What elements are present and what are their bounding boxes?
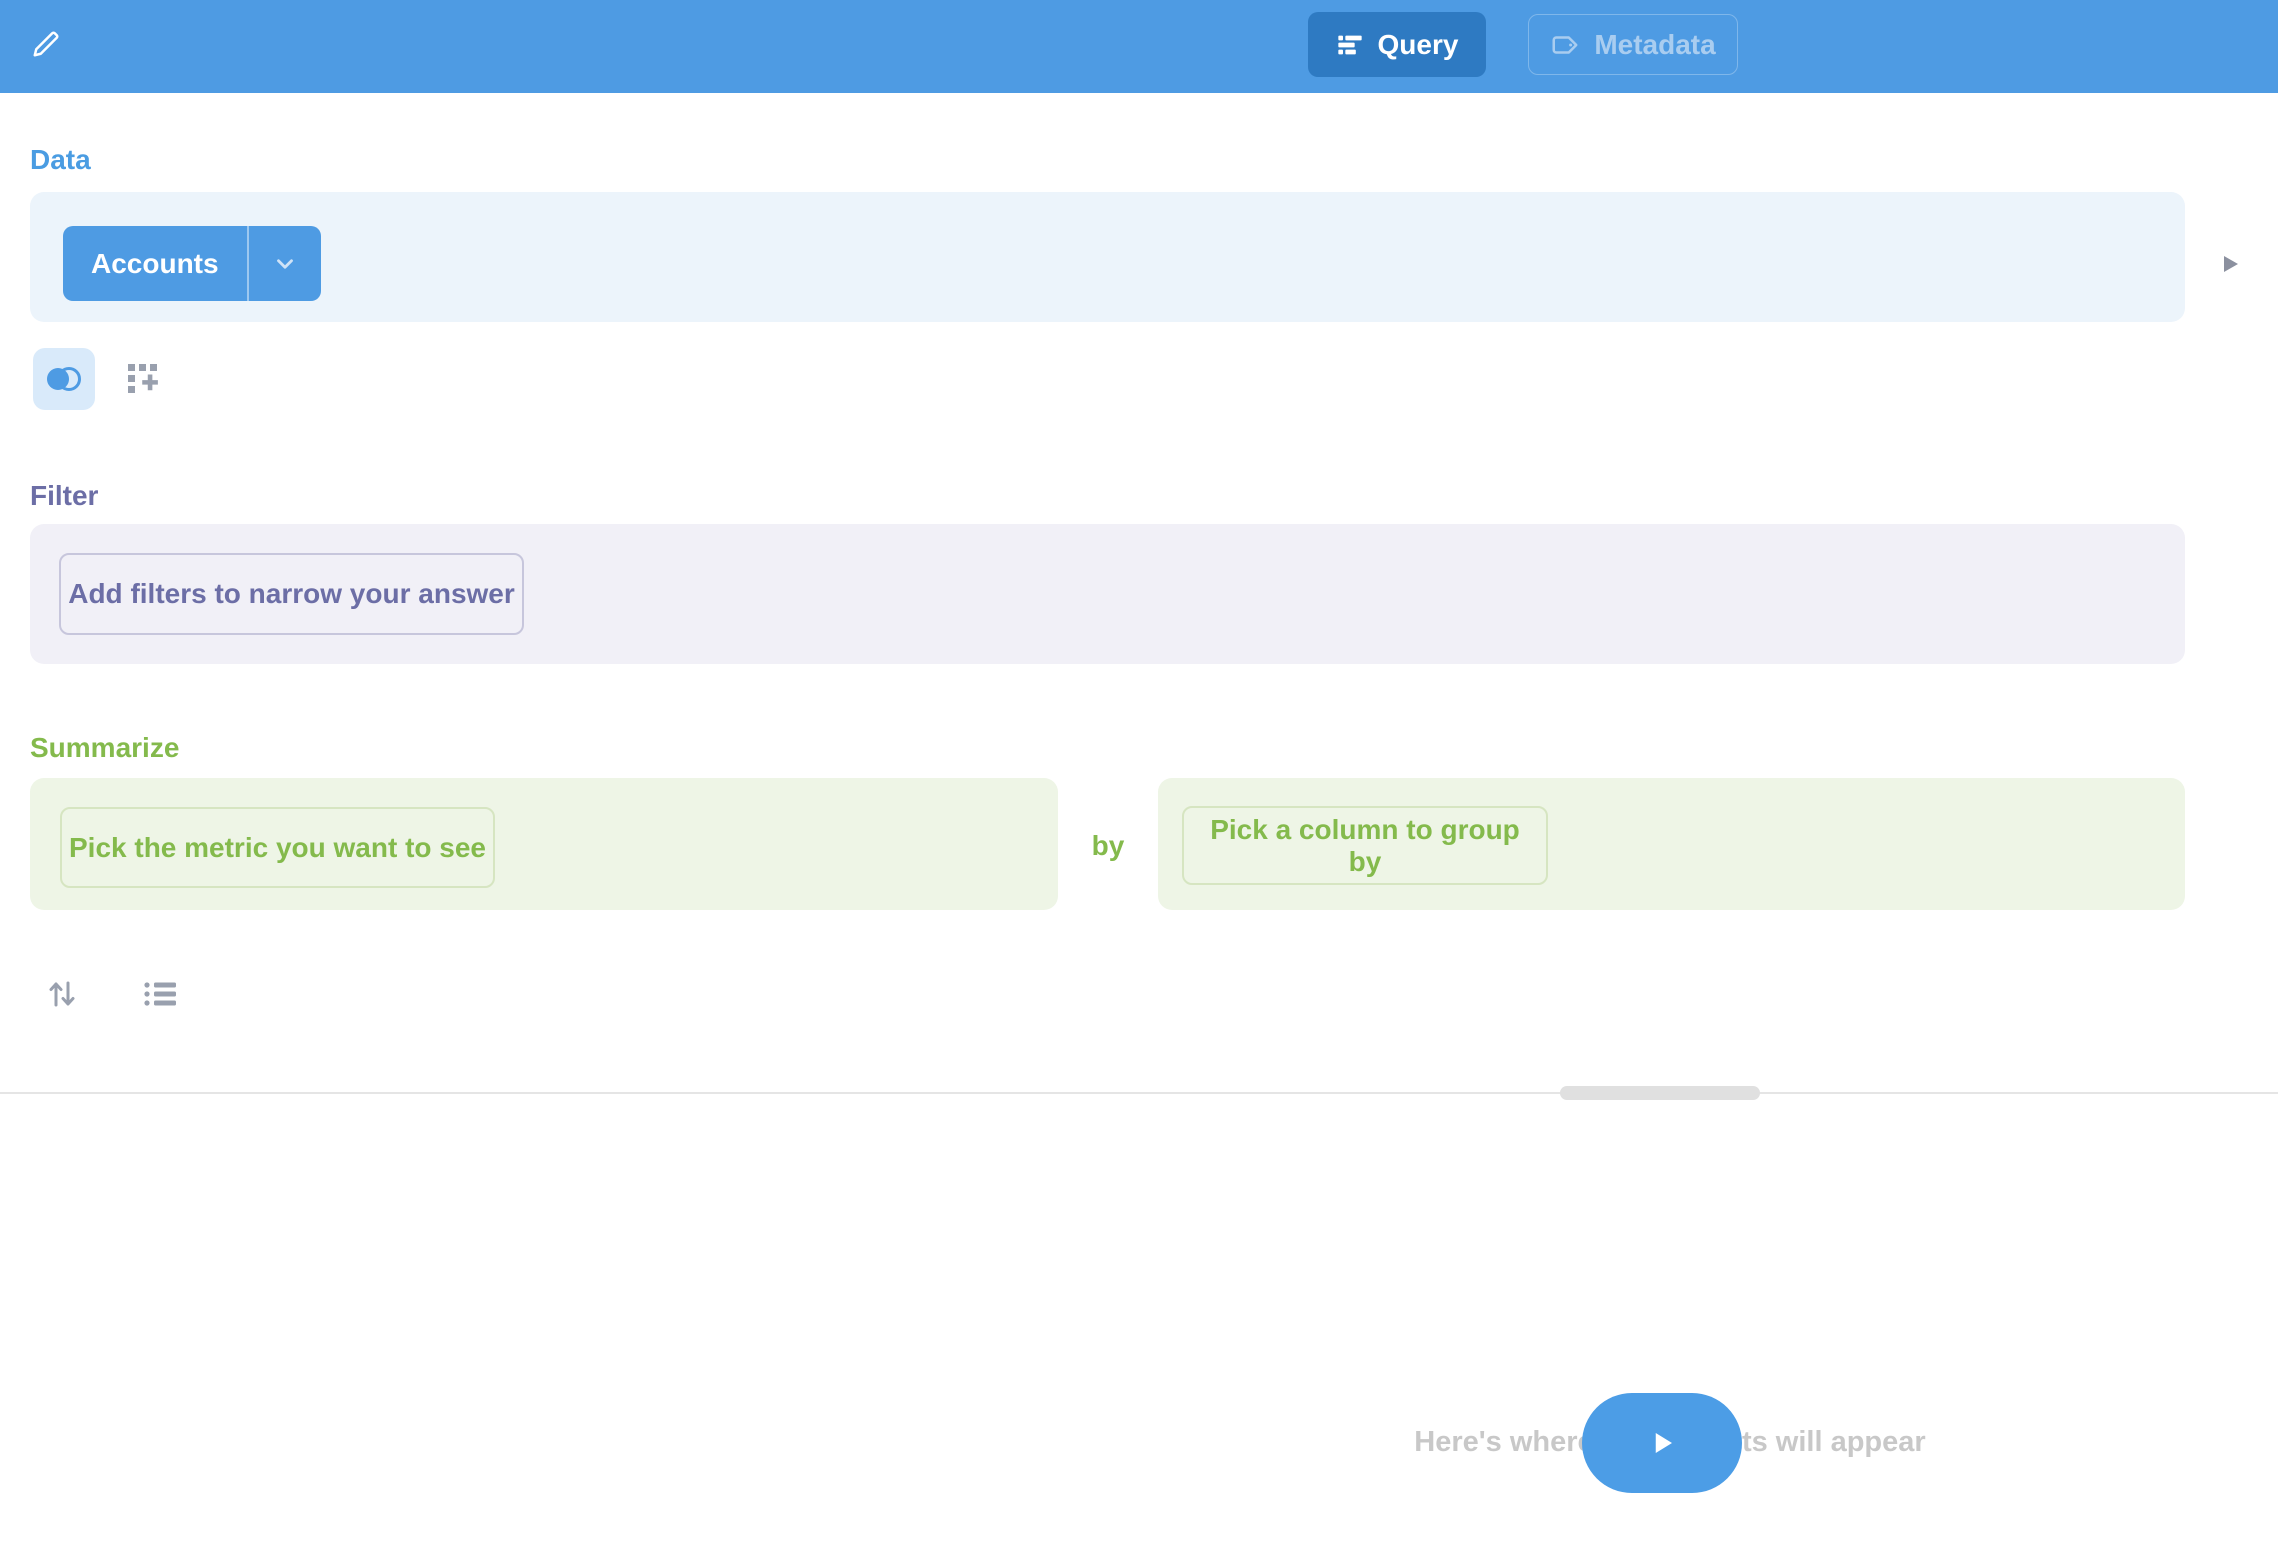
run-query-button[interactable]	[1582, 1393, 1742, 1493]
play-icon	[1647, 1426, 1677, 1460]
chevron-down-icon	[272, 251, 298, 277]
data-clause-container: Accounts	[30, 192, 2185, 322]
top-header-bar: Query Metadata	[0, 0, 2278, 93]
custom-column-icon	[126, 362, 162, 398]
summarize-by-label: by	[1080, 830, 1136, 862]
panel-divider	[0, 1092, 2278, 1094]
join-data-button[interactable]	[33, 348, 95, 410]
summarize-section-label: Summarize	[30, 732, 179, 764]
data-preview-button[interactable]	[2210, 244, 2250, 284]
pencil-icon	[31, 29, 61, 59]
data-source-button[interactable]: Accounts	[63, 226, 321, 301]
edit-question-button[interactable]	[24, 22, 68, 66]
pick-metric-button[interactable]: Pick the metric you want to see	[60, 807, 495, 888]
data-source-caret[interactable]	[247, 226, 321, 301]
data-source-label: Accounts	[63, 226, 247, 301]
filter-section-label: Filter	[30, 480, 98, 512]
tab-metadata-label: Metadata	[1594, 29, 1715, 61]
summarize-groupby-container: Pick a column to group by	[1158, 778, 2185, 910]
row-limit-button[interactable]	[138, 972, 182, 1016]
notebook-list-icon	[1336, 31, 1364, 59]
tab-query-label: Query	[1378, 29, 1459, 61]
pick-groupby-button[interactable]: Pick a column to group by	[1182, 806, 1548, 885]
sort-icon	[47, 980, 77, 1008]
filter-clause-container: Add filters to narrow your answer	[30, 524, 2185, 664]
join-icon	[44, 365, 84, 393]
add-filter-button[interactable]: Add filters to narrow your answer	[59, 553, 524, 635]
list-icon	[144, 981, 176, 1007]
resize-drag-handle[interactable]	[1560, 1086, 1760, 1100]
summarize-metric-container: Pick the metric you want to see	[30, 778, 1058, 910]
tab-query[interactable]: Query	[1308, 12, 1486, 77]
custom-column-button[interactable]	[124, 360, 164, 400]
query-builder-page: Query Metadata Data Accounts Filter Add …	[0, 0, 2278, 1542]
tag-icon	[1550, 30, 1580, 60]
tab-metadata[interactable]: Metadata	[1528, 14, 1738, 75]
sort-step-button[interactable]	[40, 972, 84, 1016]
data-section-label: Data	[30, 144, 91, 176]
play-icon	[2218, 252, 2242, 276]
